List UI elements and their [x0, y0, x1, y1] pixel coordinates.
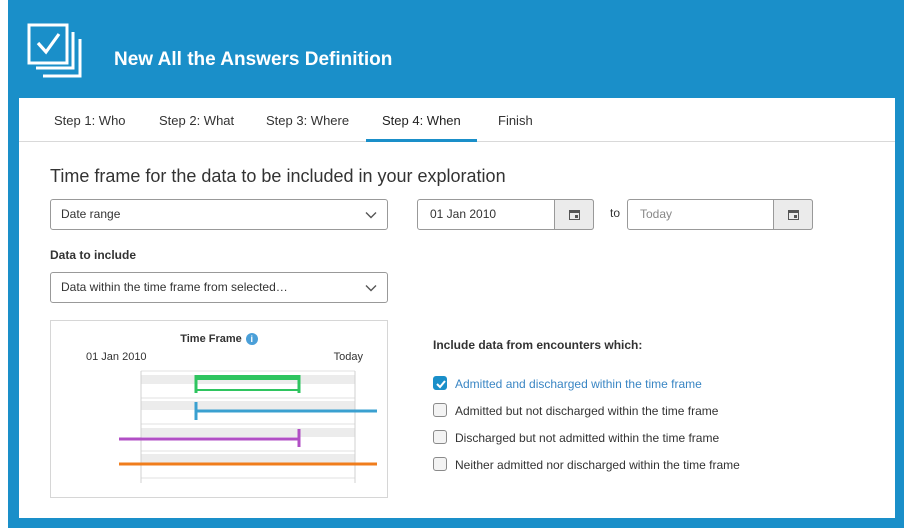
option-discharged-not-admitted[interactable]: Discharged but not admitted within the t… [433, 430, 763, 446]
checkbox[interactable] [433, 403, 447, 417]
timeframe-graphic [119, 370, 377, 483]
section-title: Time frame for the data to be included i… [50, 166, 506, 186]
tab-step-4-when[interactable]: Step 4: When [366, 98, 477, 142]
data-include-select[interactable]: Data within the time frame from selected… [50, 272, 388, 303]
checkbox[interactable] [433, 457, 447, 471]
tab-finish[interactable]: Finish [482, 98, 549, 142]
start-date-calendar-button[interactable] [554, 199, 594, 230]
option-neither[interactable]: Neither admitted nor discharged within t… [433, 457, 749, 473]
data-to-include-label: Data to include [50, 248, 137, 262]
to-label: to [610, 206, 621, 220]
checkbox[interactable] [433, 430, 447, 444]
end-date-calendar-button[interactable] [773, 199, 813, 230]
check-icon [436, 380, 446, 389]
timeframe-lanes [140, 370, 356, 483]
dialog-header: New All the Answers Definition [8, 0, 904, 98]
chevron-down-icon [365, 285, 377, 292]
wizard-tabs: Step 1: Who Step 2: What Step 3: Where S… [19, 98, 895, 142]
end-date-placeholder: Today [640, 207, 673, 221]
data-include-value: Data within the time frame from selected… [61, 280, 288, 294]
range-type-value: Date range [61, 207, 121, 221]
dialog-title: New All the Answers Definition [114, 49, 393, 70]
start-date-value: 01 Jan 2010 [430, 207, 497, 221]
checkbox-checked[interactable] [433, 376, 447, 390]
option-label: Discharged but not admitted within the t… [455, 431, 720, 445]
range-type-select[interactable]: Date range [50, 199, 388, 230]
calendar-icon [788, 210, 799, 220]
tab-step-3-where[interactable]: Step 3: Where [250, 98, 365, 142]
end-date-field[interactable]: Today [627, 199, 813, 230]
option-label: Admitted but not discharged within the t… [455, 404, 719, 418]
tab-step-1-who[interactable]: Step 1: Who [38, 98, 142, 142]
chevron-down-icon [365, 212, 377, 219]
include-encounters-title: Include data from encounters which: [433, 338, 643, 352]
start-date-field[interactable]: 01 Jan 2010 [417, 199, 594, 230]
timeframe-diagram: Time Frame i 01 Jan 2010 Today [50, 320, 388, 498]
option-admitted-not-discharged[interactable]: Admitted but not discharged within the t… [433, 403, 763, 419]
option-admitted-and-discharged[interactable]: Admitted and discharged within the time … [433, 376, 763, 392]
checklist-icon [27, 23, 82, 78]
option-label: Admitted and discharged within the time … [455, 377, 702, 391]
tab-step-2-what[interactable]: Step 2: What [143, 98, 250, 142]
dialog-frame: New All the Answers Definition Step 1: W… [8, 0, 904, 528]
wizard-panel: Step 1: Who Step 2: What Step 3: Where S… [19, 98, 895, 518]
option-label: Neither admitted nor discharged within t… [455, 458, 740, 472]
calendar-icon [569, 210, 580, 220]
